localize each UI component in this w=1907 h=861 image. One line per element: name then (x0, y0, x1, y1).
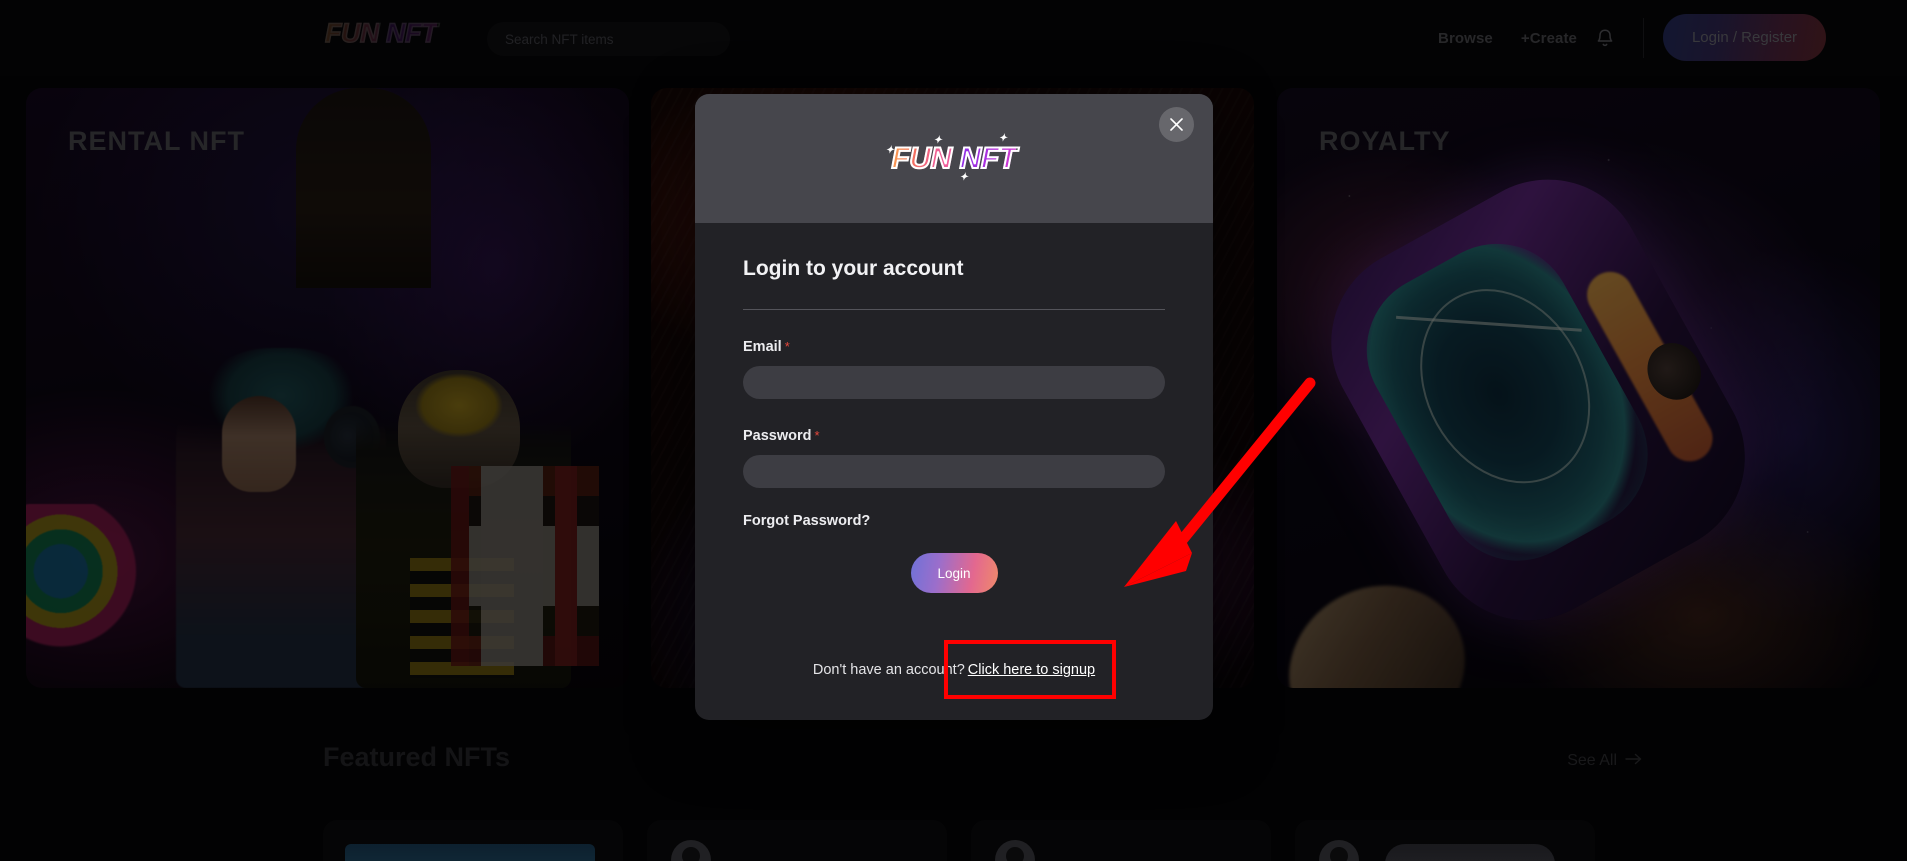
modal-header: ✦ ✦ ✦ ✦ FUN NFT (695, 94, 1213, 223)
sparkle-icon: ✦ (998, 132, 1007, 144)
email-field-group: Email * (743, 338, 1165, 399)
sparkle-icon: ✦ (959, 171, 968, 183)
password-field-group: Password * (743, 427, 1165, 488)
required-marker: * (814, 428, 820, 443)
close-icon[interactable] (1159, 107, 1194, 142)
password-input[interactable] (743, 455, 1165, 488)
password-label: Password (743, 428, 812, 444)
login-submit-button[interactable]: Login (910, 553, 998, 593)
modal-logo-nft: NFT (959, 141, 1018, 176)
modal-logo: ✦ ✦ ✦ ✦ FUN NFT (886, 133, 1018, 182)
email-label: Email (743, 339, 782, 355)
login-modal: ✦ ✦ ✦ ✦ FUN NFT Login to your account Ema… (695, 94, 1213, 720)
annotation-highlight-box (944, 640, 1116, 699)
modal-title: Login to your account (743, 257, 964, 280)
modal-divider (743, 309, 1165, 310)
sparkle-icon: ✦ (933, 134, 942, 146)
sparkle-icon: ✦ (885, 144, 894, 156)
signup-prompt-text: Don't have an account? (812, 662, 965, 678)
modal-body: Login to your account Email * Password * F… (695, 223, 1213, 593)
required-marker: * (784, 339, 790, 354)
modal-logo-fun: FUN (890, 141, 953, 176)
page-root: FUNNFT Search NFT items Browse +Create L… (0, 0, 1907, 861)
email-label-row: Email * (743, 338, 1165, 356)
email-input[interactable] (743, 366, 1165, 399)
password-label-row: Password * (743, 427, 1165, 445)
forgot-password-link[interactable]: Forgot Password? (743, 513, 1165, 529)
